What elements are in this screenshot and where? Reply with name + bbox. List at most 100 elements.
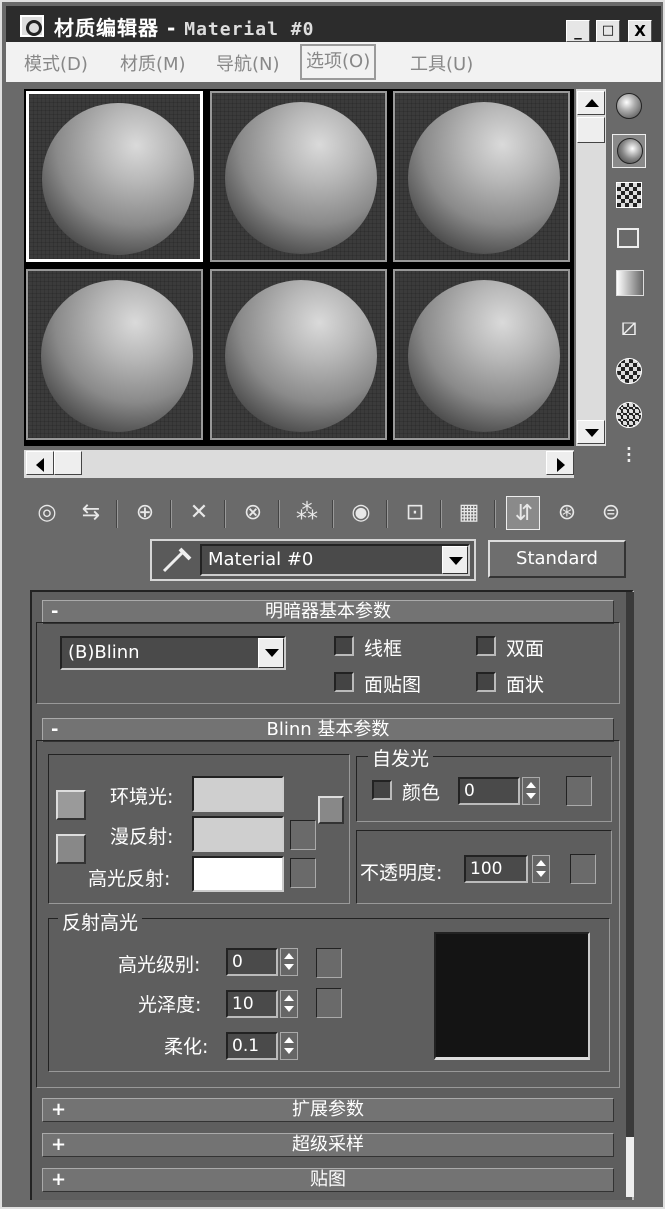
specular-label: 高光反射: — [88, 868, 171, 890]
rollout-extended-parameters[interactable]: + 扩展参数 — [42, 1098, 614, 1122]
show-end-result-icon[interactable]: ⇵ — [506, 496, 540, 530]
title-bar[interactable]: 材质编辑器 - Material #0 _ □ X — [6, 6, 661, 42]
material-name-field[interactable]: Material #0 — [200, 544, 470, 576]
maximize-button[interactable]: □ — [596, 20, 620, 42]
sample-uv-tiling-icon[interactable] — [612, 222, 646, 256]
slots-horizontal-scrollbar[interactable] — [24, 450, 574, 478]
glossiness-label: 光泽度: — [138, 994, 202, 1016]
specular-color-swatch[interactable] — [192, 856, 284, 892]
parameters-scroll-thumb[interactable] — [626, 1137, 634, 1197]
menu-options[interactable]: 选项(O) — [300, 44, 377, 80]
rollout-shader-basic[interactable]: - 明暗器基本参数 — [42, 600, 614, 624]
opacity-map-button[interactable] — [570, 854, 596, 884]
menu-navigation[interactable]: 导航(N) — [216, 50, 280, 76]
get-material-icon[interactable]: ◎ — [30, 496, 64, 530]
show-shaded-material-in-viewport-icon[interactable]: ▦ — [452, 496, 486, 530]
menu-utilities[interactable]: 工具(U) — [410, 50, 473, 76]
sample-slot-3[interactable] — [393, 91, 570, 262]
rollout-maps[interactable]: + 贴图 — [42, 1168, 614, 1192]
eyedropper-icon[interactable] — [158, 545, 194, 575]
two-sided-checkbox[interactable] — [476, 636, 496, 656]
sphere-glyph — [616, 93, 642, 119]
faceted-checkbox[interactable] — [476, 672, 496, 692]
faceted-label: 面状 — [506, 674, 545, 696]
video-color-check-icon[interactable] — [612, 266, 646, 300]
sample-slots-viewport — [24, 89, 574, 446]
spinner-arrows-icon[interactable] — [280, 1032, 298, 1060]
material-name-dropdown-button[interactable] — [442, 546, 468, 574]
specular-level-spinner[interactable]: 0 — [226, 948, 302, 976]
slots-vertical-scrollbar[interactable] — [576, 89, 606, 446]
specular-level-map-button[interactable] — [316, 948, 342, 978]
parameters-scrollbar[interactable] — [626, 592, 634, 1197]
window-title-main: 材质编辑器 — [54, 16, 159, 40]
material-map-navigator-icon[interactable]: ⁝ — [612, 438, 646, 472]
reset-map-icon[interactable]: ✕ — [182, 496, 216, 530]
face-map-checkbox[interactable] — [334, 672, 354, 692]
3ds-max-icon[interactable] — [20, 15, 44, 37]
self-illum-map-button[interactable] — [566, 776, 592, 806]
soften-spinner[interactable]: 0.1 — [226, 1032, 302, 1060]
backlight-icon[interactable] — [612, 134, 646, 168]
material-editor-window: 材质编辑器 - Material #0 _ □ X 模式(D) 材质(M) 导航… — [0, 0, 665, 1209]
select-by-material-icon[interactable] — [612, 398, 646, 432]
options-icon[interactable] — [612, 354, 646, 388]
menu-material[interactable]: 材质(M) — [120, 50, 186, 76]
ambient-color-swatch[interactable] — [192, 776, 284, 812]
assign-material-to-selection-icon[interactable]: ⊕ — [128, 496, 162, 530]
material-type-button[interactable]: Standard — [488, 540, 626, 578]
spinner-arrows-icon[interactable] — [280, 990, 298, 1018]
self-illum-spinner[interactable]: 0 — [458, 777, 542, 805]
material-id-channel-icon[interactable]: ⊡ — [398, 496, 432, 530]
go-forward-to-sibling-icon[interactable]: ⊜ — [594, 496, 628, 530]
self-illum-color-label: 颜色 — [402, 782, 441, 804]
rollout-supersampling[interactable]: + 超级采样 — [42, 1133, 614, 1157]
lock-diffuse-specular-icon[interactable] — [56, 834, 86, 864]
self-illum-value[interactable]: 0 — [458, 777, 520, 805]
sample-slot-6[interactable] — [393, 269, 570, 440]
glossiness-map-button[interactable] — [316, 988, 342, 1018]
options-glyph — [616, 358, 642, 384]
opacity-spinner[interactable]: 100 — [464, 855, 554, 883]
rollout-blinn-basic[interactable]: - Blinn 基本参数 — [42, 718, 614, 742]
scroll-up-button[interactable] — [577, 91, 605, 115]
lock-ambient-diffuse-icon[interactable] — [56, 790, 86, 820]
specular-map-button[interactable] — [290, 858, 316, 888]
specular-level-value[interactable]: 0 — [226, 948, 278, 976]
sample-slot-4[interactable] — [26, 269, 203, 440]
opacity-value[interactable]: 100 — [464, 855, 528, 883]
put-to-library-icon[interactable]: ◉ — [344, 496, 378, 530]
sample-slot-2[interactable] — [210, 91, 387, 262]
scroll-right-button[interactable] — [546, 451, 574, 475]
shader-type-dropdown[interactable]: (B)Blinn — [60, 636, 286, 670]
make-unique-icon[interactable]: ⁂ — [290, 496, 324, 530]
menu-mode[interactable]: 模式(D) — [24, 50, 88, 76]
close-button[interactable]: X — [628, 20, 652, 42]
diffuse-map-button[interactable] — [290, 820, 316, 850]
vertical-scroll-thumb[interactable] — [577, 117, 605, 143]
glossiness-value[interactable]: 10 — [226, 990, 278, 1018]
background-checker-icon[interactable] — [612, 178, 646, 212]
wire-checkbox[interactable] — [334, 636, 354, 656]
sample-type-sphere-icon[interactable] — [612, 90, 646, 124]
sample-slot-5[interactable] — [210, 269, 387, 440]
scroll-left-button[interactable] — [26, 451, 54, 475]
make-preview-icon[interactable]: ⧄ — [612, 310, 646, 344]
sample-slot-1[interactable] — [26, 91, 203, 262]
make-material-copy-icon[interactable]: ⊗ — [236, 496, 270, 530]
lock-icon[interactable] — [318, 796, 344, 824]
shader-type-dropdown-button[interactable] — [258, 638, 284, 668]
spinner-arrows-icon[interactable] — [532, 855, 550, 883]
spinner-arrows-icon[interactable] — [280, 948, 298, 976]
toolbar-separator — [494, 500, 496, 528]
diffuse-color-swatch[interactable] — [192, 816, 284, 852]
horizontal-scroll-thumb[interactable] — [54, 451, 82, 475]
self-illum-color-checkbox[interactable] — [372, 780, 392, 800]
minimize-button[interactable]: _ — [566, 20, 590, 42]
glossiness-spinner[interactable]: 10 — [226, 990, 302, 1018]
soften-value[interactable]: 0.1 — [226, 1032, 278, 1060]
scroll-down-button[interactable] — [577, 420, 605, 444]
put-material-to-scene-icon[interactable]: ⇆ — [74, 496, 108, 530]
go-to-parent-icon[interactable]: ⊛ — [550, 496, 584, 530]
spinner-arrows-icon[interactable] — [522, 777, 540, 805]
